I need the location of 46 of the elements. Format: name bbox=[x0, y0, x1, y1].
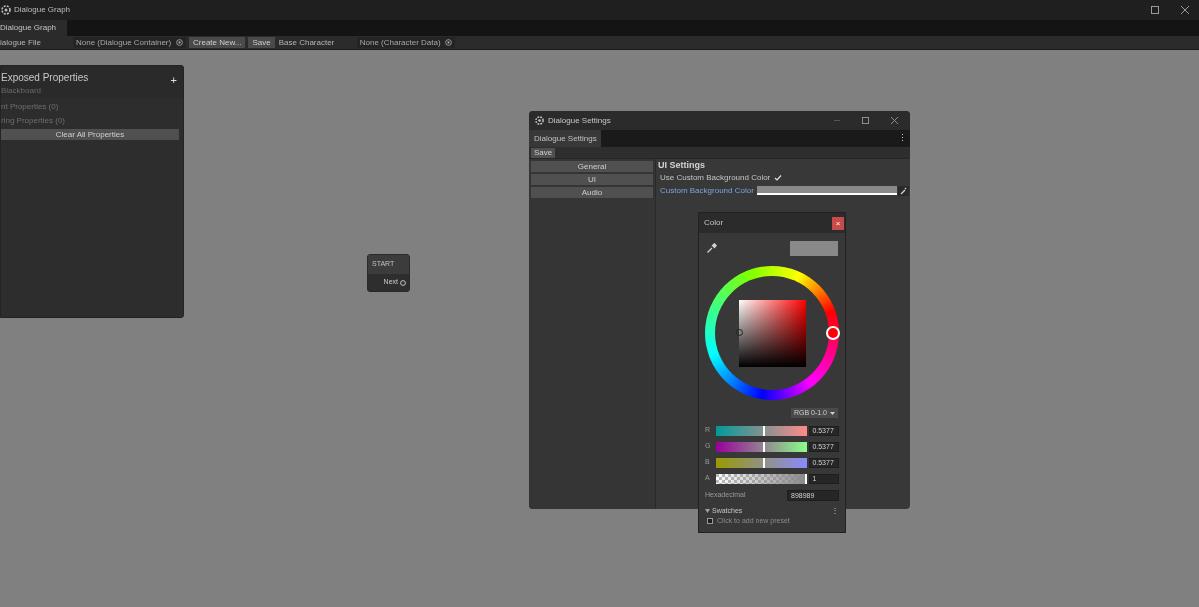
object-field[interactable]: None (Dialogue Container) bbox=[73, 37, 186, 48]
window-title: Dialogue Settings bbox=[548, 114, 611, 127]
close-button[interactable]: × bbox=[832, 216, 844, 230]
slider-thumb[interactable] bbox=[763, 425, 766, 436]
eyedropper-icon[interactable] bbox=[706, 242, 717, 254]
panel-title: Exposed Properties bbox=[1, 71, 89, 85]
add-button[interactable]: + bbox=[170, 75, 177, 86]
gear-icon bbox=[535, 116, 544, 125]
menu-button[interactable]: ⋮ bbox=[898, 131, 907, 146]
gear-icon bbox=[1, 5, 11, 15]
window-title: Dialogue Graph bbox=[14, 4, 71, 16]
checkbox[interactable] bbox=[773, 173, 783, 182]
close-icon[interactable] bbox=[891, 117, 898, 124]
section-title: UI Settings bbox=[658, 160, 706, 171]
slider-thumb[interactable] bbox=[805, 473, 808, 484]
slider-thumb[interactable] bbox=[763, 457, 766, 468]
category-button[interactable]: Audio bbox=[531, 187, 653, 198]
slider-thumb[interactable] bbox=[763, 441, 766, 452]
object-field[interactable]: None (Character Data) bbox=[356, 37, 455, 48]
field-label: Use Custom Background Color bbox=[660, 171, 771, 184]
tab[interactable]: Dialogue Graph bbox=[0, 20, 67, 36]
field-label: Custom Background Color bbox=[660, 184, 755, 197]
category-button[interactable]: UI bbox=[531, 174, 653, 185]
maximize-icon[interactable] bbox=[1151, 6, 1159, 14]
save-button[interactable]: Save bbox=[248, 37, 275, 48]
port-icon[interactable] bbox=[400, 279, 406, 286]
swatch-add-icon[interactable] bbox=[707, 518, 713, 524]
color-preview bbox=[790, 240, 838, 256]
field-label: Base Character bbox=[278, 36, 336, 49]
maximize-icon[interactable] bbox=[862, 117, 869, 124]
save-button[interactable]: Save bbox=[531, 147, 556, 158]
color-field[interactable] bbox=[757, 186, 897, 195]
clear-button[interactable]: Clear All Properties bbox=[1, 129, 179, 140]
tab[interactable]: Dialogue Settings bbox=[529, 130, 601, 147]
hue-handle[interactable] bbox=[826, 326, 840, 340]
category-button[interactable]: General bbox=[531, 161, 653, 172]
eyedropper-icon[interactable] bbox=[898, 185, 909, 196]
menu-button[interactable]: ⋮ bbox=[831, 505, 839, 517]
panel-title: Color bbox=[704, 217, 725, 229]
field-label: ialogue File bbox=[0, 36, 42, 49]
target-icon[interactable] bbox=[176, 39, 183, 46]
close-icon[interactable] bbox=[1181, 6, 1189, 14]
saturation-value-square[interactable] bbox=[739, 300, 806, 367]
target-icon[interactable] bbox=[444, 39, 452, 46]
create-button[interactable]: Create New... bbox=[189, 37, 246, 48]
caret-icon bbox=[830, 411, 835, 415]
